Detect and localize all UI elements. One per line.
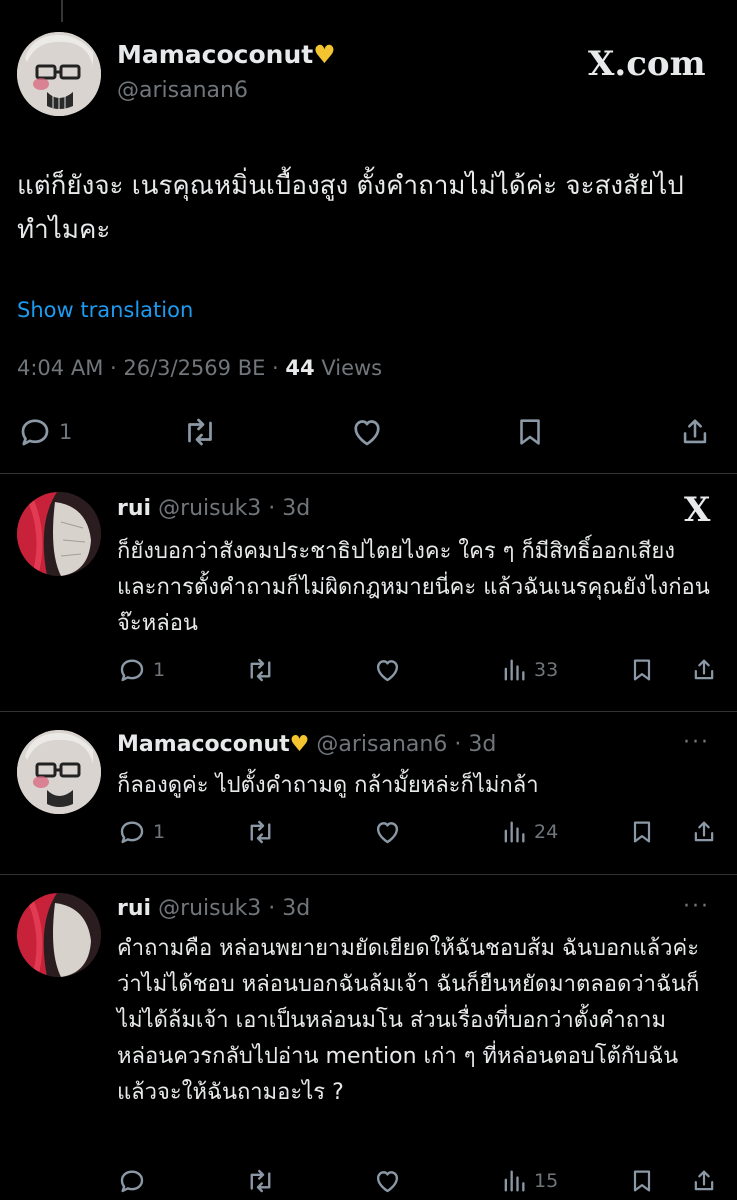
avatar-image [17,32,101,116]
divider [0,473,737,474]
handle[interactable]: @ruisuk3 · 3d [158,496,310,521]
share-button[interactable] [690,655,718,685]
reply-button[interactable] [117,1166,147,1196]
reply-count: 1 [59,420,73,444]
post-text: แต่ก็ยังจะ เนรคุณหมิ่นเบื้องสูง ตั้งคำถา… [17,171,684,245]
bookmark-button[interactable] [513,414,547,450]
avatar[interactable] [17,730,101,814]
views-count: 44 [285,356,315,380]
reply-button[interactable]: 1 [117,817,165,847]
avatar-image [17,730,101,814]
like-button[interactable] [372,817,403,847]
views-button[interactable]: 15 [500,1166,558,1196]
display-name[interactable]: rui [117,896,151,921]
avatar[interactable] [17,492,101,576]
bookmark-icon [633,821,651,843]
share-icon [694,821,714,842]
share-icon [694,659,714,680]
display-name[interactable]: Mamacoconut [117,732,290,757]
reply-button[interactable]: 1 [117,655,165,685]
reply-text: ก็ยังบอกว่าสังคมประชาธิปไตยไงคะ ใคร ๆ ก็… [117,539,710,636]
heart-icon [354,420,380,446]
like-button[interactable] [372,655,403,685]
x-watermark: X.com [588,44,706,84]
reply-author-line: rui @ruisuk3 · 3d [117,896,310,921]
display-name[interactable]: rui [117,496,151,521]
share-icon [683,419,707,444]
avatar-image [17,492,101,576]
reply-icon [120,659,144,682]
bookmark-icon [520,419,540,445]
bookmark-button[interactable] [628,655,656,685]
reply-icon [120,821,144,844]
divider [0,711,737,712]
reply-author-line: rui @ruisuk3 · 3d [117,496,310,521]
reply-icon [21,419,49,446]
avatar-image [17,893,101,977]
like-button[interactable] [348,414,386,450]
like-button[interactable] [372,1166,403,1196]
heart-icon [376,822,399,844]
share-button[interactable] [690,1166,718,1196]
repost-button[interactable] [180,414,220,450]
thread-connector [61,0,63,22]
bar-chart-icon [504,821,525,843]
timestamp[interactable]: 4:04 AM · 26/3/2569 BE · [17,356,279,380]
more-options-button[interactable]: ··· [683,894,710,919]
handle[interactable]: @ruisuk3 · 3d [158,896,310,921]
repost-icon [250,820,271,844]
bookmark-button[interactable] [628,817,656,847]
repost-button[interactable] [244,655,277,685]
reply-author-line: Mamacoconut♥ @arisanan6 · 3d [117,732,496,757]
handle[interactable]: @arisanan6 [117,78,248,103]
bar-chart-icon [504,659,525,681]
reply-text: ก็ลองดูค่ะ ไปตั้งคำถามดู กล้ามั้ยหล่ะก็ไ… [117,773,539,798]
bookmark-button[interactable] [628,1166,656,1196]
heart-icon [376,1171,399,1193]
bar-chart-icon [504,1170,525,1192]
author-line: Mamacoconut♥ [117,40,336,69]
views-count: 24 [534,821,559,843]
handle[interactable]: @arisanan6 · 3d [316,732,496,757]
views-count: 15 [534,1170,559,1192]
views-label: Views [321,356,383,380]
heart-icon [376,660,399,682]
reply-count: 1 [153,659,166,681]
reply-button[interactable]: 1 [17,414,72,450]
more-options-button[interactable]: ··· [683,730,710,755]
repost-icon [250,658,271,682]
repost-icon [250,1169,271,1193]
repost-button[interactable] [244,1166,277,1196]
x-watermark: X [684,490,711,530]
share-button[interactable] [678,414,712,450]
reply-count: 1 [153,821,166,843]
views-button[interactable]: 24 [500,817,558,847]
views-count: 33 [534,659,559,681]
yellow-heart-icon: ♥ [289,732,310,757]
yellow-heart-icon: ♥ [313,40,336,69]
post-meta: 4:04 AM · 26/3/2569 BE · 44 Views [17,356,382,380]
avatar[interactable] [17,32,101,116]
display-name[interactable]: Mamacoconut [117,40,313,69]
views-button[interactable]: 33 [500,655,558,685]
share-icon [694,1170,714,1191]
bookmark-icon [633,659,651,681]
reply-text: คำถามคือ หล่อนพยายามยัดเยียดให้ฉันชอบส้ม… [117,936,700,1105]
share-button[interactable] [690,817,718,847]
repost-button[interactable] [244,817,277,847]
show-translation-link[interactable]: Show translation [17,298,193,322]
bookmark-icon [633,1170,651,1192]
avatar[interactable] [17,893,101,977]
divider [0,874,737,875]
repost-icon [188,418,212,446]
reply-icon [120,1170,144,1193]
